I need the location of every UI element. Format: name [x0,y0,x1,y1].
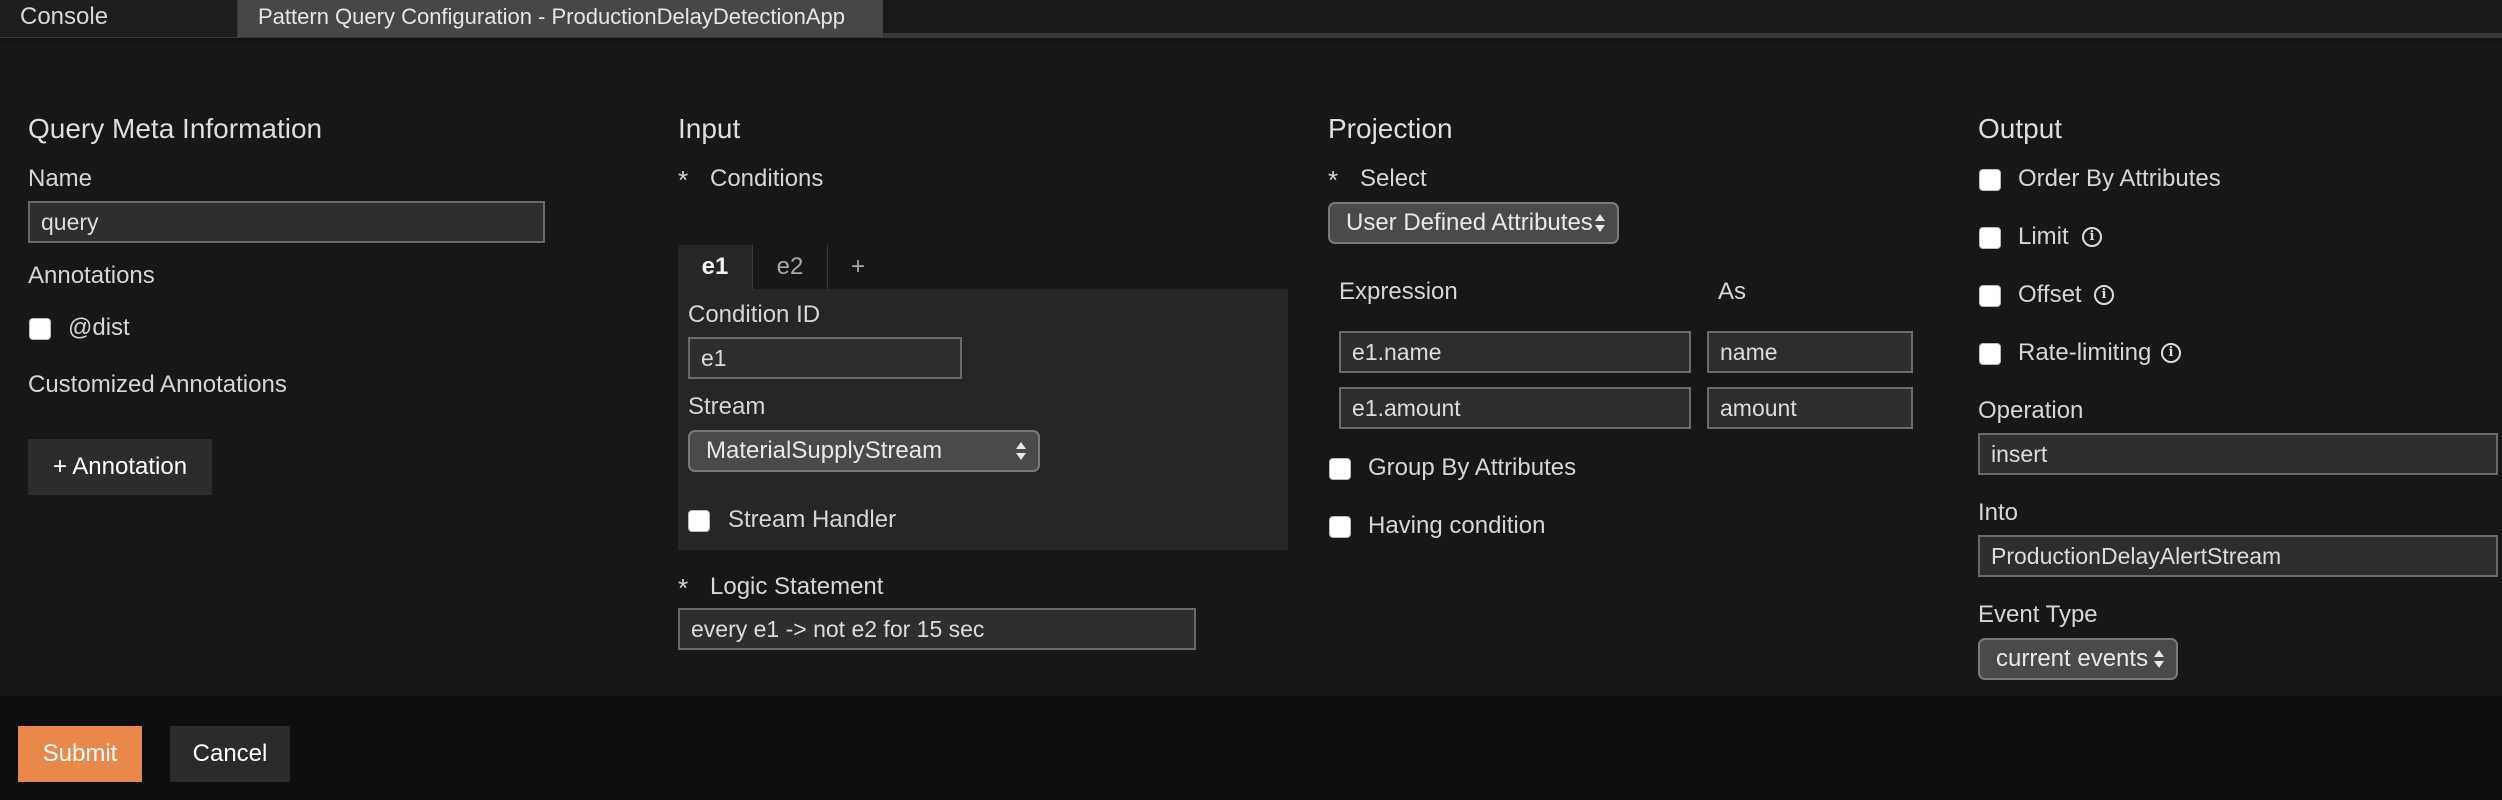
name-input[interactable]: query [28,201,545,243]
condition-tab-e2[interactable]: e2 [752,245,828,291]
offset-info-icon[interactable]: i [2094,285,2114,305]
add-annotation-button[interactable]: + Annotation [28,439,212,495]
order-by-checkbox[interactable] [1979,169,2001,191]
dist-checkbox[interactable] [29,318,51,340]
rate-limiting-label: Rate-limiting [2018,339,2152,366]
as-input[interactable]: amount [1707,387,1913,429]
condition-panel: Condition ID e1 Stream MaterialSupplyStr… [678,289,1288,550]
group-by-label: Group By Attributes [1368,454,1577,481]
stream-select-value: MaterialSupplyStream [706,437,943,464]
tab-pattern-query-configuration[interactable]: Pattern Query Configuration - Production… [238,0,883,37]
limit-label: Limit [2018,223,2069,250]
expression-input[interactable]: e1.amount [1339,387,1691,429]
event-type-label: Event Type [1978,601,2098,628]
conditions-label: Conditions [710,165,824,192]
query-configuration-form: Query Meta Information Name query Annota… [0,43,2502,696]
projection-heading: Projection [1328,113,1453,144]
select-arrows-icon [2154,648,2164,670]
group-by-checkbox[interactable] [1329,458,1351,480]
conditions-required-mark: * [678,165,689,195]
rate-limiting-info-icon[interactable]: i [2161,343,2181,363]
output-heading: Output [1978,113,2063,144]
offset-checkbox[interactable] [1979,285,2001,307]
select-arrows-icon [1595,212,1605,234]
select-required-mark: * [1328,165,1339,195]
operation-input[interactable]: insert [1978,433,2498,475]
event-type-select[interactable]: current events [1978,638,2178,680]
as-header: As [1718,278,1747,305]
event-type-value: current events [1996,645,2149,672]
input-heading: Input [678,113,741,144]
expression-input[interactable]: e1.name [1339,331,1691,373]
add-condition-tab[interactable]: + [828,245,888,291]
stream-handler-checkbox[interactable] [688,510,710,532]
stream-handler-label: Stream Handler [728,506,897,533]
name-label: Name [28,165,93,192]
customized-annotations-label: Customized Annotations [28,371,287,398]
form-footer: Submit Cancel [0,696,2502,800]
limit-checkbox[interactable] [1979,227,2001,249]
annotations-label: Annotations [28,262,155,289]
condition-tab-e1[interactable]: e1 [678,245,752,291]
select-label: Select [1360,165,1427,192]
logic-required-mark: * [678,573,689,603]
having-checkbox[interactable] [1329,516,1351,538]
offset-label: Offset [2018,281,2082,308]
having-label: Having condition [1368,512,1546,539]
rate-limiting-checkbox[interactable] [1979,343,2001,365]
into-input[interactable]: ProductionDelayAlertStream [1978,535,2498,577]
select-type-value: User Defined Attributes [1346,209,1593,236]
stream-select[interactable]: MaterialSupplyStream [688,430,1040,472]
expression-header: Expression [1339,278,1458,305]
dist-label: @dist [68,314,130,341]
select-arrows-icon [1016,440,1026,462]
into-label: Into [1978,499,2019,526]
cancel-button[interactable]: Cancel [170,726,290,782]
submit-button[interactable]: Submit [18,726,142,782]
logic-statement-input[interactable]: every e1 -> not e2 for 15 sec [678,608,1196,650]
limit-info-icon[interactable]: i [2082,227,2102,247]
logic-statement-label: Logic Statement [710,573,884,600]
select-type-select[interactable]: User Defined Attributes [1328,202,1619,244]
condition-id-input[interactable]: e1 [688,337,962,379]
tab-console[interactable]: Console [0,0,238,37]
order-by-label: Order By Attributes [2018,165,2221,192]
stream-label: Stream [688,393,766,420]
tab-bar: Console Pattern Query Configuration - Pr… [0,0,2502,38]
condition-id-label: Condition ID [688,301,821,328]
meta-heading: Query Meta Information [28,113,323,144]
as-input[interactable]: name [1707,331,1913,373]
operation-label: Operation [1978,397,2084,424]
